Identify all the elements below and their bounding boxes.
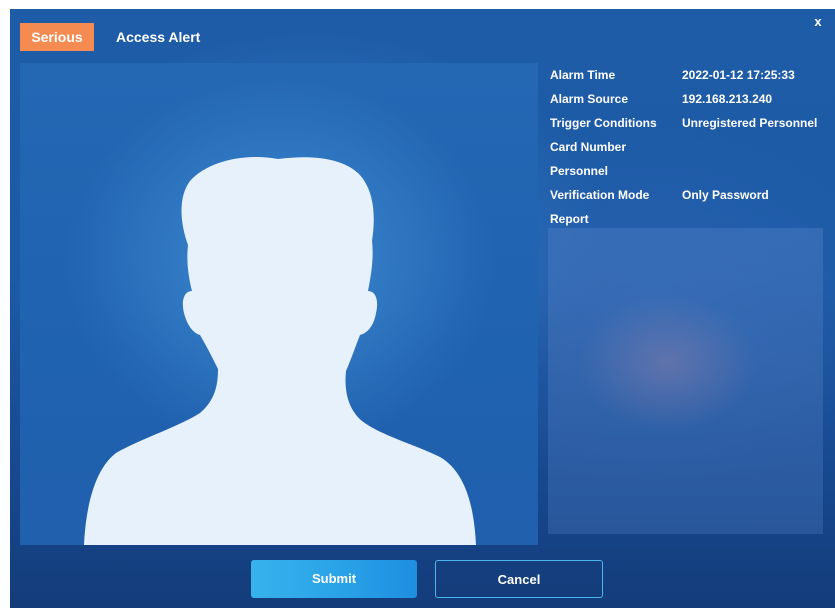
info-label: Alarm Source — [550, 92, 629, 106]
submit-button[interactable]: Submit — [251, 560, 417, 598]
info-value: Only Password — [682, 188, 769, 202]
info-label: Personnel — [550, 164, 609, 178]
info-row-card-number: Card Number — [550, 135, 835, 159]
access-alert-dialog: Serious Access Alert x Alarm Time 2022-0… — [10, 9, 835, 608]
info-row-alarm-time: Alarm Time 2022-01-12 17:25:33 — [550, 63, 835, 87]
info-value: Unregistered Personnel — [682, 116, 818, 130]
info-row-alarm-source: Alarm Source 192.168.213.240 — [550, 87, 835, 111]
info-value: 2022-01-12 17:25:33 — [682, 68, 795, 82]
person-silhouette-icon — [84, 157, 476, 545]
alarm-info: Alarm Time 2022-01-12 17:25:33 Alarm Sou… — [550, 63, 835, 231]
report-panel — [548, 228, 823, 534]
info-label: Alarm Time — [550, 68, 616, 82]
info-row-trigger-conditions: Trigger Conditions Unregistered Personne… — [550, 111, 835, 135]
severity-badge: Serious — [20, 23, 94, 51]
info-label: Card Number — [550, 140, 627, 154]
dialog-title: Access Alert — [116, 29, 201, 45]
info-label: Verification Mode — [550, 188, 650, 202]
info-row-personnel: Personnel — [550, 159, 835, 183]
info-label: Trigger Conditions — [550, 116, 657, 130]
info-value: 192.168.213.240 — [682, 92, 773, 106]
cancel-button[interactable]: Cancel — [435, 560, 603, 598]
info-row-verification-mode: Verification Mode Only Password — [550, 183, 835, 207]
snapshot-panel — [20, 63, 538, 545]
close-icon[interactable]: x — [809, 13, 827, 31]
